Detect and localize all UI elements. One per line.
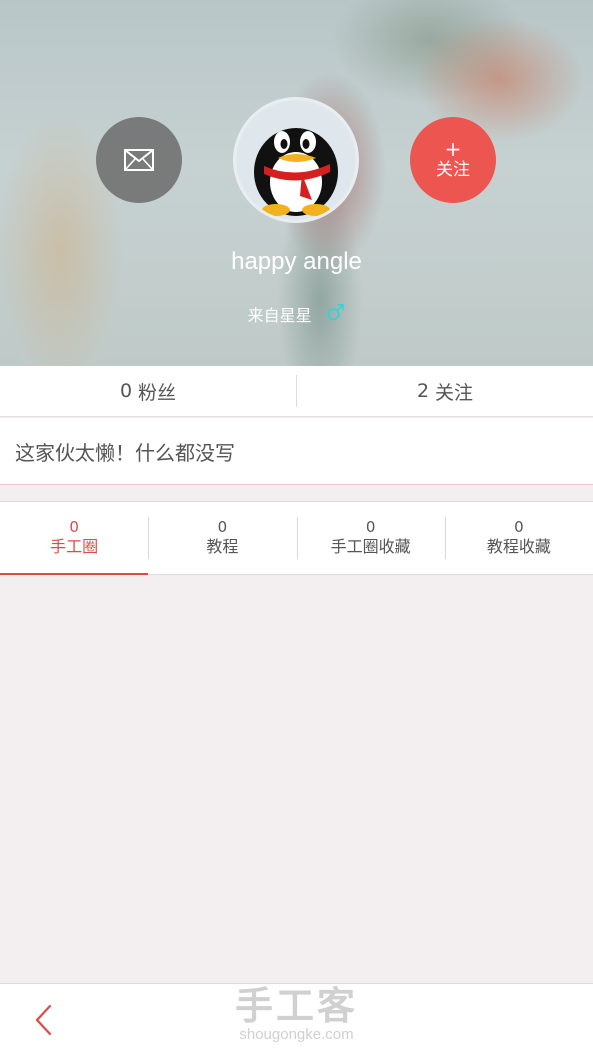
penguin-avatar-icon (236, 100, 356, 220)
envelope-icon (124, 149, 154, 171)
following-count: 2 (416, 380, 430, 402)
tab-tutorials[interactable]: 0 教程 (148, 502, 296, 574)
tab-count: 0 (217, 518, 228, 536)
male-gender-icon: ♂ (325, 301, 346, 326)
plus-icon: + (444, 137, 462, 161)
tab-count: 0 (365, 518, 376, 536)
watermark-brand: 手工客 (234, 984, 358, 1028)
follow-button[interactable]: + 关注 (410, 117, 496, 203)
username: happy angle (231, 248, 362, 275)
tab-label: 教程收藏 (486, 537, 551, 556)
watermark: 手工客 shougongke.com (0, 984, 593, 1044)
tab-tutorial-favorites[interactable]: 0 教程收藏 (444, 502, 593, 574)
tab-label: 手工圈 (50, 537, 99, 556)
following-stat[interactable]: 2 关注 (297, 366, 593, 416)
watermark-url: shougongke.com (239, 1026, 354, 1043)
tab-count: 0 (514, 518, 524, 536)
chevron-left-icon (35, 1004, 52, 1036)
profile-header: + 关注 happy angle 来自星星 ♂ (0, 0, 593, 366)
avatar[interactable] (233, 97, 359, 223)
content-tabs: 0 手工圈 0 教程 0 手工圈收藏 0 教程收藏 (0, 501, 593, 575)
bottom-bar: 手工客 shougongke.com (0, 983, 593, 1054)
tab-handcraft-circle[interactable]: 0 手工圈 (0, 502, 149, 575)
profile-page: + 关注 happy angle 来自星星 ♂ 0 粉丝 2 关注 这家伙太懒！… (0, 0, 593, 1054)
tab-count: 0 (69, 518, 79, 536)
fans-count: 0 (119, 380, 133, 402)
following-label: 关注 (435, 381, 474, 404)
stats-row: 0 粉丝 2 关注 (0, 366, 593, 417)
bio-text: 这家伙太懒！什么都没写 (0, 418, 593, 485)
message-button[interactable] (96, 117, 182, 203)
fans-label: 粉丝 (138, 381, 177, 404)
back-button[interactable] (28, 1002, 58, 1038)
tab-label: 教程 (206, 537, 239, 556)
follow-label: 关注 (436, 160, 470, 180)
location-text: 来自星星 (247, 306, 312, 325)
tab-handcraft-circle-favorites[interactable]: 0 手工圈收藏 (296, 502, 445, 574)
tab-label: 手工圈收藏 (330, 537, 411, 556)
location-row: 来自星星 ♂ (0, 302, 593, 326)
fans-stat[interactable]: 0 粉丝 (0, 366, 296, 416)
